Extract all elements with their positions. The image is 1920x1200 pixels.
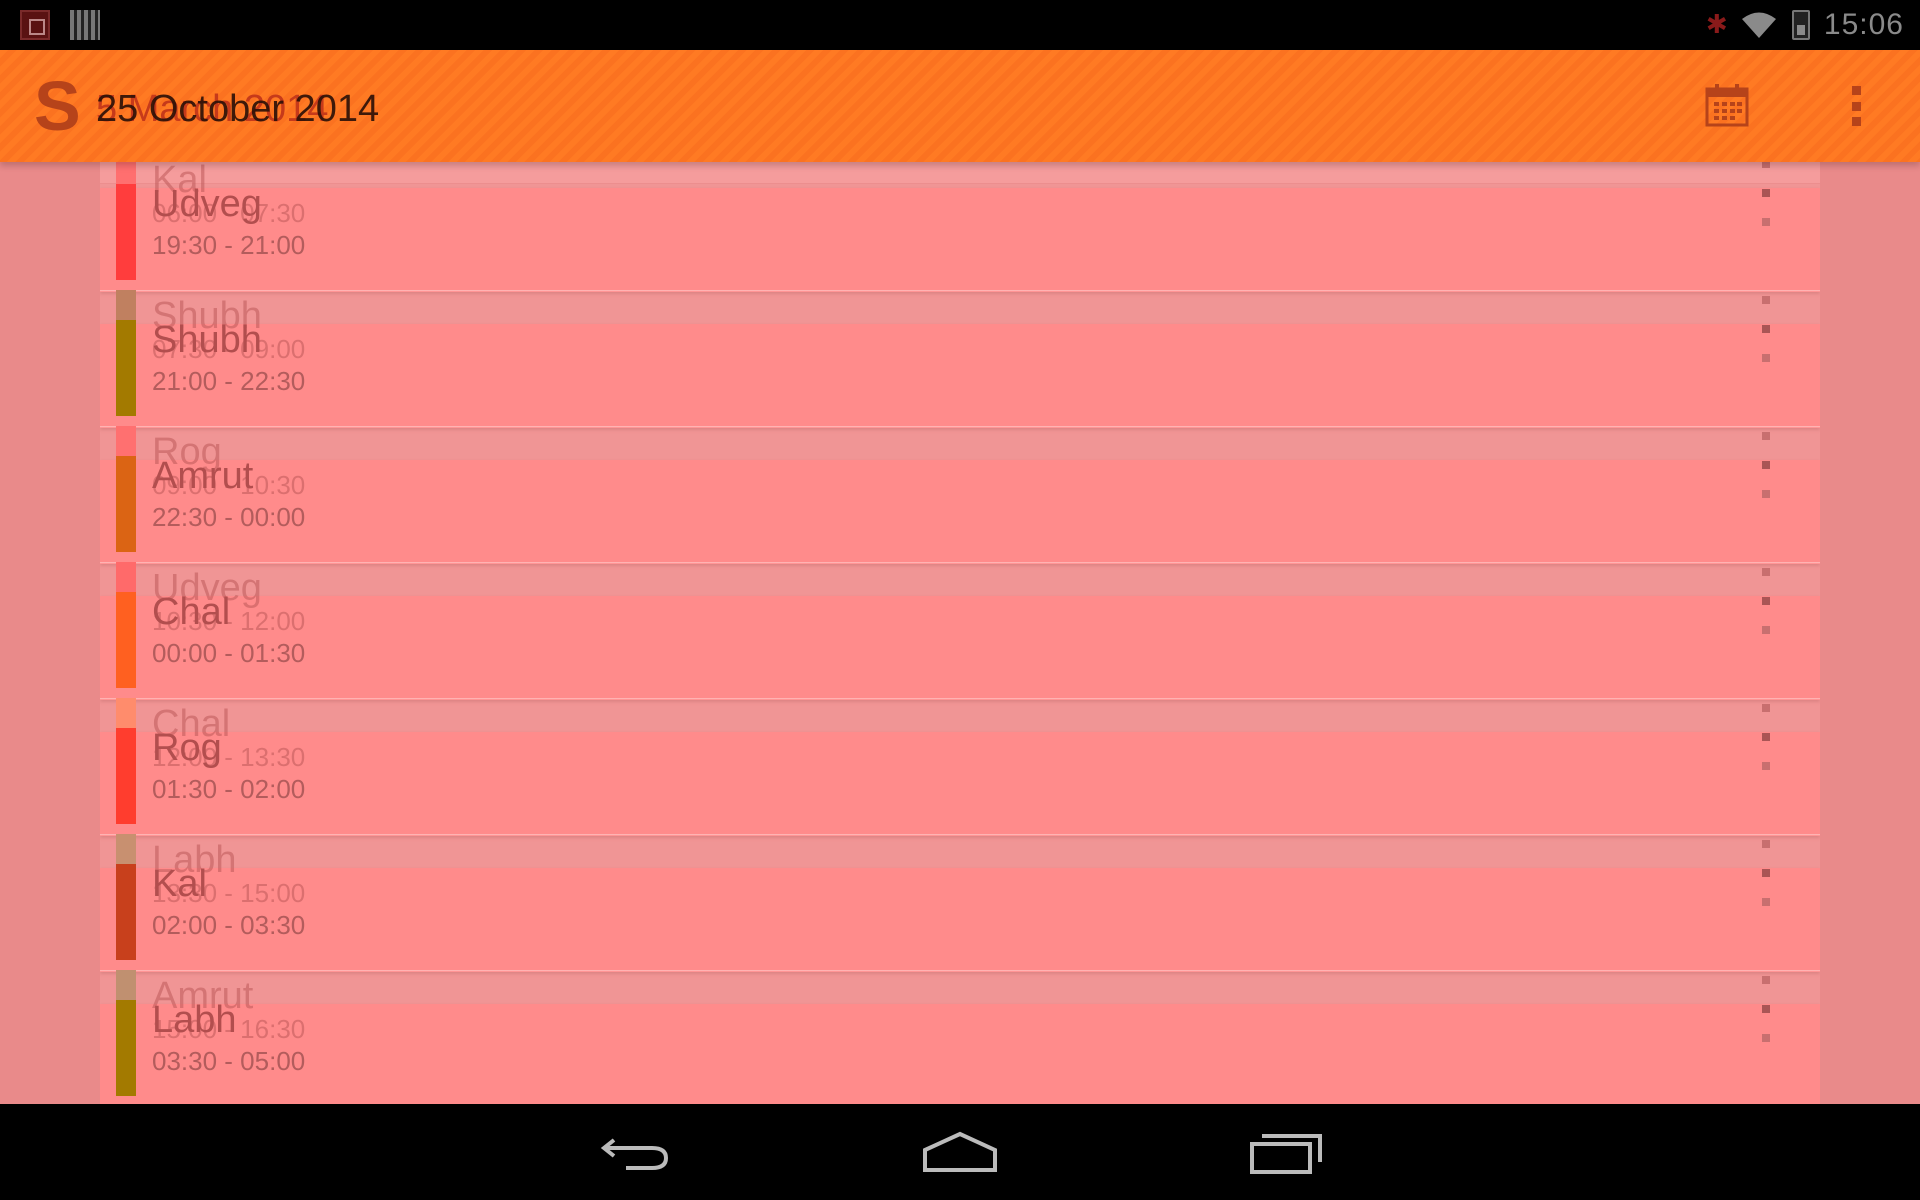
color-stripe-ghost <box>116 162 136 184</box>
overflow-menu-icon[interactable] <box>1846 82 1866 130</box>
calendar-icon[interactable] <box>1704 83 1750 129</box>
list-item[interactable]: Kal 06:00 - 07:30 Udveg 19:30 - 21:00 <box>100 162 1820 292</box>
color-stripe <box>116 184 136 280</box>
slot-time: 01:30 - 02:00 <box>152 774 306 804</box>
row-menu-icon[interactable] <box>1762 568 1772 634</box>
slot-name: Amrut <box>152 455 254 497</box>
color-stripe-ghost <box>116 970 136 1000</box>
color-stripe-ghost <box>116 834 136 864</box>
list-item[interactable]: Rog 09:00 - 10:30 Amrut 22:30 - 00:00 <box>100 426 1820 564</box>
list-item[interactable]: Chal 12:00 - 13:30 Rog 01:30 - 02:00 <box>100 698 1820 836</box>
slot-time: 22:30 - 00:00 <box>152 502 306 532</box>
slot-time: 19:30 - 21:00 <box>152 230 306 260</box>
list-item[interactable]: Labh 13:30 - 15:00 Kal 02:00 - 03:30 <box>100 834 1820 972</box>
list-item[interactable]: Udveg 10:30 - 12:00 Chal 00:00 - 01:30 <box>100 562 1820 700</box>
color-stripe <box>116 456 136 552</box>
slot-name: Kal <box>152 863 207 905</box>
slot-time: 03:30 - 05:00 <box>152 1046 306 1076</box>
row-menu-icon[interactable] <box>1762 840 1772 906</box>
color-stripe-ghost <box>116 562 136 592</box>
slot-name: Chal <box>152 591 231 633</box>
page-title: 25 October 2014 <box>96 88 380 130</box>
status-icons: ✱ 15:06 <box>1706 0 1920 50</box>
color-stripe <box>116 1000 136 1096</box>
clock-time: 15:06 <box>1823 8 1904 41</box>
slot-name: Labh <box>152 999 237 1041</box>
list-item[interactable]: Shubh 07:30 - 09:00 Shubh 21:00 - 22:30 <box>100 290 1820 428</box>
back-icon[interactable] <box>596 1126 676 1178</box>
choghadiya-list: Kal 06:00 - 07:30 Udveg 19:30 - 21:00 Shubh 0… <box>100 162 1820 1104</box>
slot-name: Udveg <box>152 183 262 225</box>
barcode-icon <box>70 10 100 40</box>
action-bar: S 5 March 2014 25 October 2014 <box>0 50 1920 162</box>
status-bar: ✱ 15:06 <box>0 0 1920 50</box>
color-stripe <box>116 864 136 960</box>
navigation-bar <box>0 1104 1920 1200</box>
slot-time: 02:00 - 03:30 <box>152 910 306 940</box>
slot-time: 21:00 - 22:30 <box>152 366 306 396</box>
color-stripe-ghost <box>116 426 136 456</box>
list-item[interactable]: Amrut 15:00 - 16:30 Labh 03:30 - 05:00 <box>100 970 1820 1104</box>
color-stripe-ghost <box>116 290 136 320</box>
screen-icon <box>20 10 50 40</box>
home-icon[interactable] <box>920 1126 1000 1178</box>
slot-name: Rog <box>152 727 222 769</box>
row-menu-icon[interactable] <box>1762 432 1772 498</box>
slot-time: 00:00 - 01:30 <box>152 638 306 668</box>
recent-apps-icon[interactable] <box>1246 1126 1326 1178</box>
app-logo[interactable]: S <box>34 68 81 144</box>
battery-icon <box>1791 10 1810 40</box>
slot-name: Shubh <box>152 319 262 361</box>
color-stripe <box>116 728 136 824</box>
title-area: 5 March 2014 25 October 2014 <box>96 84 496 134</box>
bluetooth-icon: ✱ <box>1705 10 1728 40</box>
clock: 15:06 <box>1824 8 1904 42</box>
row-menu-icon[interactable] <box>1762 296 1772 362</box>
row-menu-icon[interactable] <box>1762 704 1772 770</box>
color-stripe <box>116 592 136 688</box>
row-menu-icon[interactable] <box>1762 976 1772 1042</box>
color-stripe-ghost <box>116 698 136 728</box>
color-stripe <box>116 320 136 416</box>
row-menu-icon[interactable] <box>1762 162 1772 226</box>
wifi-icon <box>1741 12 1776 38</box>
